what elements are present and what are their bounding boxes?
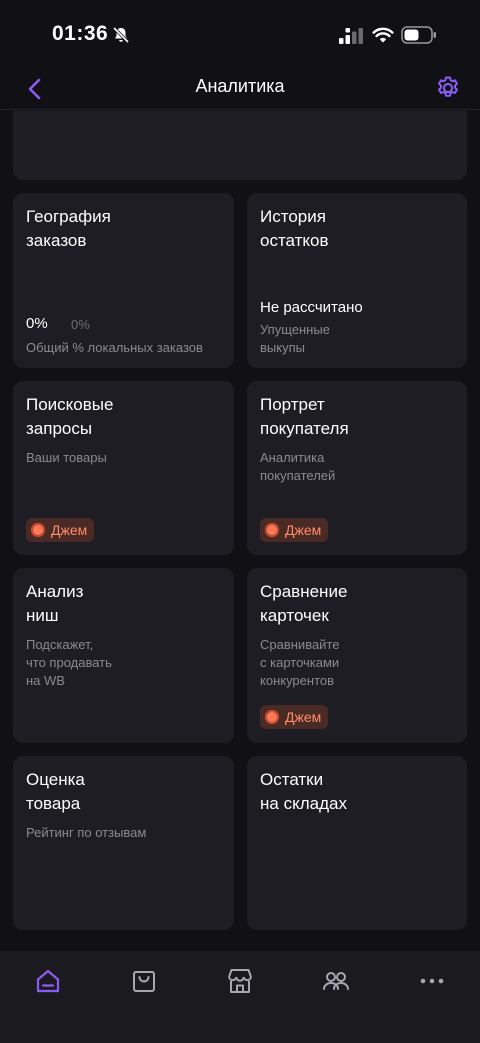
card-subtitle: Общий % локальных заказов [26,340,203,355]
gear-icon [438,76,458,97]
card-title: Оценка товара [26,770,85,813]
card-subtitle: Сравнивайте с карточками конкурентов [260,637,340,688]
jam-dot-icon [31,523,45,537]
local-orders-percent: 0% [26,315,48,332]
users-icon [323,972,349,990]
card-niche-analysis[interactable]: Анализ ниш Подскажет, что продавать на W… [13,568,234,743]
card-subtitle: Подскажет, что продавать на WB [26,637,112,688]
card-title: Остатки на складах [260,770,347,813]
badge-label: Джем [51,522,88,538]
card-subtitle: Упущенные выкупы [260,322,330,355]
more-icon [420,978,444,984]
card-title: Поисковые запросы [26,395,114,438]
bell-off-icon [112,26,130,49]
card-search-queries[interactable]: Поисковые запросы Ваши товары Джем [13,381,234,555]
tab-home[interactable] [24,965,72,997]
wifi-icon [372,26,394,49]
jam-badge: Джем [26,518,95,542]
card-comparison[interactable]: Сравнение карточек Сравнивайте с карточк… [247,568,467,743]
bottom-tab-bar [0,951,480,1043]
settings-button[interactable] [434,74,462,102]
home-icon [36,969,60,993]
page-title: Аналитика [195,76,285,96]
tab-community[interactable] [312,965,360,997]
shopping-bag-icon [133,971,155,992]
jam-dot-icon [265,710,279,724]
navigation-header: Аналитика [0,70,480,110]
card-warehouse-stock[interactable]: Остатки на складах [247,756,467,930]
local-orders-percent-secondary: 0% [71,317,90,332]
card-order-geography[interactable]: География заказов 0% 0% Общий % локальны… [13,193,234,368]
tab-products[interactable] [120,965,168,997]
card-subtitle: Рейтинг по отзывам [26,825,147,840]
card-subtitle: Ваши товары [26,450,107,465]
badge-label: Джем [285,709,322,725]
card-product-rating[interactable]: Оценка товара Рейтинг по отзывам [13,756,234,930]
status-text: Не рассчитано [260,299,363,316]
battery-icon [401,26,437,49]
card-subtitle: Аналитика покупателей [260,450,336,483]
status-bar: 01:36 [0,0,480,70]
card-title: География заказов [26,207,111,250]
status-time: 01:36 [52,22,109,45]
badge-label: Джем [285,522,322,538]
card-title: Сравнение карточек [260,582,348,625]
analytics-grid[interactable]: География заказов 0% 0% Общий % локальны… [0,111,480,951]
card-partial-top[interactable] [13,111,467,180]
cellular-signal-icon [339,28,365,49]
card-title: Портрет покупателя [260,395,349,438]
store-icon [228,969,252,993]
jam-badge: Джем [260,705,329,729]
tab-store[interactable] [216,965,264,997]
card-buyer-portrait[interactable]: Портрет покупателя Аналитика покупателей… [247,381,467,555]
jam-dot-icon [265,523,279,537]
card-title: Анализ ниш [26,582,84,625]
card-title: История остатков [260,207,329,250]
jam-badge: Джем [260,518,329,542]
tab-more[interactable] [408,965,456,997]
card-stock-history[interactable]: История остатков Не рассчитано Упущенные… [247,193,467,368]
